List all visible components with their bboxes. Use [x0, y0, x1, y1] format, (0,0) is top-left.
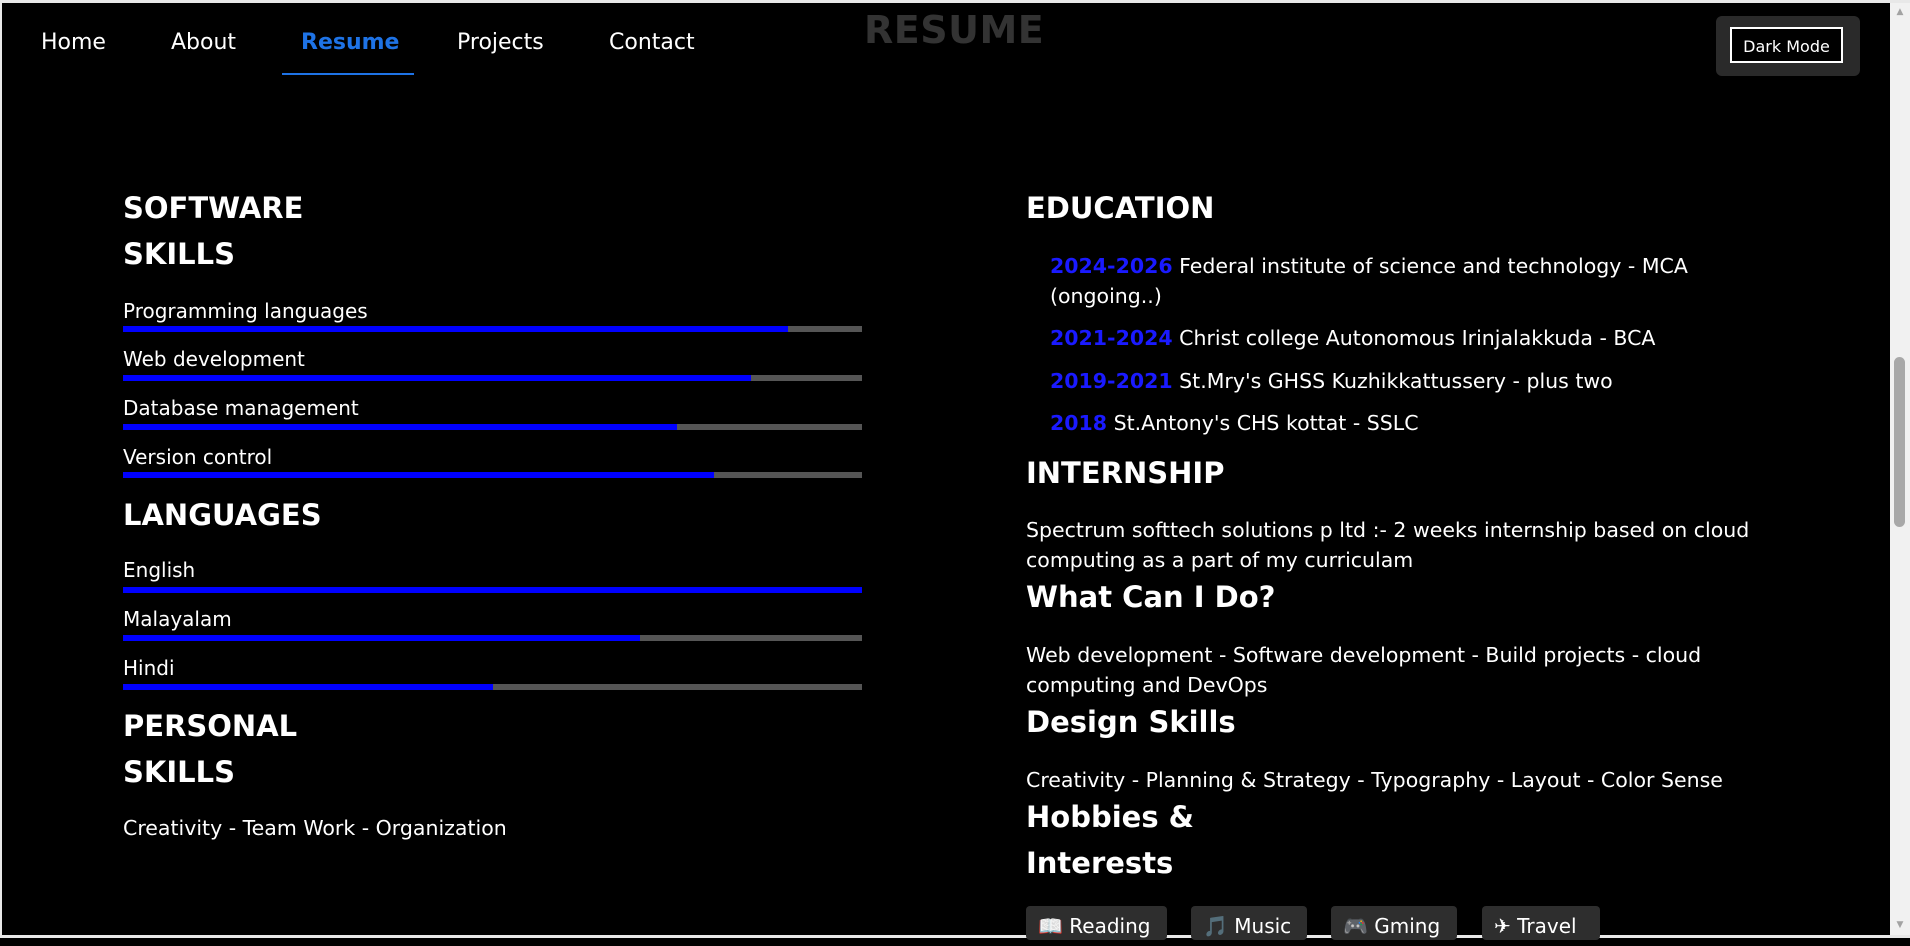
education-text: St.Mry's GHSS Kuzhikkattussery - plus tw… — [1172, 369, 1613, 393]
education-item: 2021-2024 Christ college Autonomous Irin… — [1050, 323, 1655, 353]
nav-home[interactable]: Home — [41, 30, 106, 55]
music-note-icon: 🎵 — [1203, 914, 1228, 938]
window-frame-left — [0, 0, 2, 938]
internship-text-line1: Spectrum softtech solutions p ltd :- 2 w… — [1026, 518, 1750, 542]
hobby-chip-reading[interactable]: 📖 Reading — [1026, 906, 1167, 940]
nav-projects[interactable]: Projects — [457, 30, 544, 55]
language-bar-malayalam — [123, 635, 862, 641]
personal-skills-heading-line1: PERSONAL — [123, 709, 298, 743]
skill-bar-web-development — [123, 375, 862, 381]
education-item: 2024-2026 Federal institute of science a… — [1050, 251, 1688, 281]
education-text: Federal institute of science and technol… — [1172, 254, 1688, 278]
software-skills-heading-line2: SKILLS — [123, 237, 235, 271]
education-item: 2019-2021 St.Mry's GHSS Kuzhikkattussery… — [1050, 366, 1613, 396]
language-bar-hindi — [123, 684, 862, 690]
language-label-english: English — [123, 558, 196, 582]
hobby-label: Gming — [1374, 914, 1441, 938]
nav-about[interactable]: About — [171, 30, 236, 55]
skill-label-web-development: Web development — [123, 347, 305, 371]
language-label-malayalam: Malayalam — [123, 607, 232, 631]
hobby-chip-travel[interactable]: ✈ Travel — [1482, 906, 1600, 940]
education-years: 2019-2021 — [1050, 369, 1173, 393]
personal-skills-heading-line2: SKILLS — [123, 755, 235, 789]
dark-mode-button[interactable]: Dark Mode — [1730, 27, 1843, 63]
skill-bar-fill — [123, 326, 789, 332]
window-frame-top — [0, 0, 1910, 3]
gamepad-icon: 🎮 — [1343, 914, 1368, 938]
skill-bar-programming — [123, 326, 862, 332]
hobby-label: Music — [1234, 914, 1292, 938]
what-can-i-do-heading: What Can I Do? — [1026, 580, 1276, 614]
personal-skills-text: Creativity - Team Work - Organization — [123, 816, 507, 840]
scroll-up-arrow-icon[interactable]: ▲ — [1890, 3, 1910, 21]
skill-label-version-control: Version control — [123, 445, 273, 469]
education-item-continuation: (ongoing..) — [1050, 284, 1162, 308]
education-item: 2018 St.Antony's CHS kottat - SSLC — [1050, 408, 1419, 438]
education-years: 2021-2024 — [1050, 326, 1173, 350]
what-can-i-do-text-line2: computing and DevOps — [1026, 673, 1268, 697]
hobbies-heading-line1: Hobbies & — [1026, 800, 1194, 834]
education-heading: EDUCATION — [1026, 191, 1215, 225]
airplane-icon: ✈ — [1494, 914, 1511, 938]
nav-active-underline — [282, 73, 414, 75]
software-skills-heading-line1: SOFTWARE — [123, 191, 304, 225]
internship-heading: INTERNSHIP — [1026, 456, 1225, 490]
skill-bar-version-control — [123, 472, 862, 478]
skill-bar-fill — [123, 424, 678, 430]
mode-toggle-container: Dark Mode — [1716, 16, 1860, 76]
language-bar-fill — [123, 635, 641, 641]
hobby-label: Travel — [1517, 914, 1577, 938]
nav-resume[interactable]: Resume — [301, 30, 399, 55]
language-bar-fill — [123, 684, 493, 690]
hobby-chip-gaming[interactable]: 🎮 Gming — [1331, 906, 1457, 940]
skill-label-database: Database management — [123, 396, 359, 420]
language-label-hindi: Hindi — [123, 656, 175, 680]
design-skills-text: Creativity - Planning & Strategy - Typog… — [1026, 768, 1723, 792]
education-text: St.Antony's CHS kottat - SSLC — [1107, 411, 1419, 435]
skill-label-programming: Programming languages — [123, 299, 368, 323]
languages-heading: LANGUAGES — [123, 498, 322, 532]
language-bar-english — [123, 587, 862, 593]
skill-bar-fill — [123, 472, 715, 478]
scroll-down-arrow-icon[interactable]: ▼ — [1890, 916, 1910, 934]
what-can-i-do-text-line1: Web development - Software development -… — [1026, 643, 1702, 667]
hobby-chip-music[interactable]: 🎵 Music — [1191, 906, 1307, 940]
nav-contact[interactable]: Contact — [609, 30, 695, 55]
skill-bar-fill — [123, 375, 752, 381]
hobby-label: Reading — [1069, 914, 1151, 938]
page-title: RESUME — [864, 8, 1045, 52]
language-bar-fill — [123, 587, 862, 593]
design-skills-heading: Design Skills — [1026, 705, 1236, 739]
internship-text-line2: computing as a part of my curriculam — [1026, 548, 1414, 572]
book-icon: 📖 — [1038, 914, 1063, 938]
education-text: Christ college Autonomous Irinjalakkuda … — [1172, 326, 1656, 350]
hobbies-heading-line2: Interests — [1026, 846, 1174, 880]
education-years: 2024-2026 — [1050, 254, 1173, 278]
skill-bar-database — [123, 424, 862, 430]
education-years: 2018 — [1050, 411, 1108, 435]
scrollbar-thumb[interactable] — [1894, 357, 1905, 527]
